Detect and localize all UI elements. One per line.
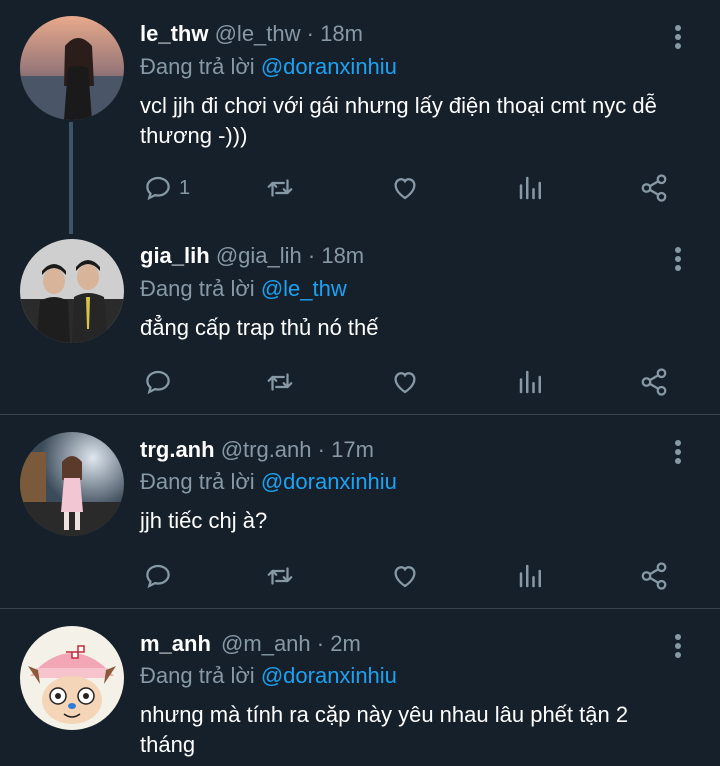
replying-to-label: Đang trả lời	[140, 663, 255, 688]
display-name[interactable]: gia_lih	[140, 243, 210, 268]
analytics-icon	[519, 370, 541, 394]
avatar[interactable]	[20, 626, 124, 730]
replying-to: Đang trả lời @doranxinhiu	[140, 468, 397, 496]
share-button[interactable]	[639, 558, 669, 594]
reply-feed: le_thw @le_thw · 18m Đang trả lời @doran…	[0, 0, 720, 766]
share-icon	[641, 562, 667, 590]
timestamp[interactable]: 18m	[321, 243, 364, 268]
replying-to: Đang trả lời @doranxinhiu	[140, 53, 397, 81]
tweet-actions: 1	[0, 170, 720, 206]
replying-to: Đang trả lời @le_thw	[140, 275, 347, 303]
mention-link[interactable]: @doranxinhiu	[261, 469, 397, 494]
retweet-icon	[267, 373, 293, 391]
avatar[interactable]	[20, 16, 124, 120]
analytics-button[interactable]	[516, 170, 546, 206]
mention-link[interactable]: @doranxinhiu	[261, 54, 397, 79]
analytics-button[interactable]	[516, 558, 546, 594]
retweet-button[interactable]	[265, 170, 295, 206]
tweet-item[interactable]: le_thw @le_thw · 18m Đang trả lời @doran…	[0, 0, 720, 234]
replying-to-label: Đang trả lời	[140, 54, 255, 79]
reply-button[interactable]	[143, 364, 173, 400]
share-icon	[641, 368, 667, 396]
tweet-header: gia_lih @gia_lih · 18m	[140, 242, 364, 270]
like-button[interactable]	[390, 558, 420, 594]
reply-icon	[146, 176, 170, 201]
like-button[interactable]	[390, 170, 420, 206]
reply-count: 1	[179, 176, 191, 199]
timestamp[interactable]: 17m	[331, 437, 374, 462]
reply-button[interactable]: 1	[143, 170, 190, 206]
like-icon	[394, 566, 416, 588]
tweet-header: le_thw @le_thw · 18m	[140, 20, 363, 48]
analytics-icon	[519, 564, 541, 588]
replying-to: Đang trả lời @doranxinhiu	[140, 662, 397, 690]
separator-dot: ·	[316, 631, 325, 656]
timestamp[interactable]: 2m	[330, 631, 361, 656]
tweet-header: trg.anh @trg.anh · 17m	[140, 436, 374, 464]
like-icon	[394, 178, 416, 200]
display-name[interactable]: m_anh	[140, 631, 211, 656]
timestamp[interactable]: 18m	[320, 21, 363, 46]
more-icon[interactable]	[668, 244, 688, 274]
avatar[interactable]	[20, 239, 124, 343]
mention-link[interactable]: @doranxinhiu	[261, 663, 397, 688]
tweet-item[interactable]: gia_lih @gia_lih · 18m Đang trả lời @le_…	[0, 222, 720, 414]
tweet-text: jjh tiếc chj à?	[140, 508, 268, 533]
tweet-text: đẳng cấp trap thủ nó thế	[140, 315, 379, 340]
retweet-icon	[267, 179, 293, 197]
more-icon[interactable]	[668, 22, 688, 52]
share-button[interactable]	[639, 364, 669, 400]
share-button[interactable]	[639, 170, 669, 206]
reply-icon	[146, 564, 170, 589]
display-name[interactable]: trg.anh	[140, 437, 215, 462]
tweet-text: nhưng mà tính ra cặp này yêu nhau lâu ph…	[140, 702, 629, 757]
tweet-text: vcl jjh đi chơi với gái nhưng lấy điện t…	[140, 93, 657, 148]
analytics-button[interactable]	[516, 364, 546, 400]
more-icon[interactable]	[668, 631, 688, 661]
separator-dot: ·	[317, 437, 325, 462]
mention-link[interactable]: @le_thw	[261, 276, 347, 301]
analytics-icon	[519, 176, 541, 200]
user-handle: @m_anh	[221, 631, 311, 656]
retweet-icon	[267, 567, 293, 585]
tweet-actions	[0, 364, 720, 400]
separator-dot: ·	[307, 243, 316, 268]
retweet-button[interactable]	[265, 364, 295, 400]
replying-to-label: Đang trả lời	[140, 276, 255, 301]
user-handle: @gia_lih	[215, 243, 302, 268]
avatar[interactable]	[20, 432, 124, 536]
separator-dot: ·	[306, 21, 314, 46]
reply-button[interactable]	[143, 558, 173, 594]
like-button[interactable]	[390, 364, 420, 400]
replying-to-label: Đang trả lời	[140, 469, 255, 494]
reply-icon	[146, 370, 170, 395]
user-handle: @le_thw	[214, 21, 301, 46]
share-icon	[641, 174, 667, 202]
user-handle: @trg.anh	[220, 437, 312, 462]
tweet-actions	[0, 558, 720, 594]
tweet-item[interactable]: m_anh @m_anh · 2m Đang trả lời @doranxin…	[0, 609, 720, 766]
more-icon[interactable]	[668, 437, 688, 467]
like-icon	[394, 372, 416, 394]
tweet-header: m_anh @m_anh · 2m	[140, 630, 361, 658]
retweet-button[interactable]	[265, 558, 295, 594]
display-name[interactable]: le_thw	[140, 21, 208, 46]
tweet-item[interactable]: trg.anh @trg.anh · 17m Đang trả lời @dor…	[0, 415, 720, 608]
